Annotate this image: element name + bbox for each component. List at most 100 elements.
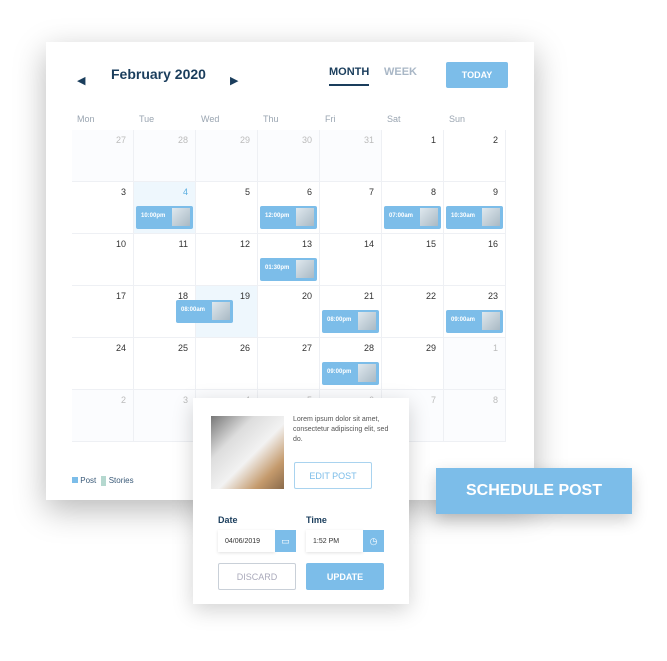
date-input[interactable] (218, 530, 275, 552)
day-cell[interactable]: 11 (134, 234, 196, 286)
post-thumbnail (212, 302, 230, 320)
day-cell[interactable]: 3 (134, 390, 196, 442)
scheduled-post-chip[interactable]: 09:00pm (322, 362, 379, 385)
discard-button[interactable]: DISCARD (218, 563, 296, 590)
post-time: 12:00pm (265, 213, 290, 219)
day-number: 22 (425, 291, 436, 301)
day-cell[interactable]: 17 (72, 286, 134, 338)
day-number: 8 (430, 187, 436, 197)
day-number: 29 (239, 135, 250, 145)
day-cell[interactable]: 29 (382, 338, 444, 390)
day-number: 7 (430, 395, 436, 405)
scheduled-post-chip[interactable]: 10:00pm (136, 206, 193, 229)
day-number: 1 (492, 343, 498, 353)
day-number: 30 (301, 135, 312, 145)
weekday-header: Thu (263, 114, 279, 124)
day-number: 17 (115, 291, 126, 301)
day-number: 8 (492, 395, 498, 405)
tab-week[interactable]: WEEK (384, 66, 417, 78)
day-cell[interactable]: 7 (320, 182, 382, 234)
day-cell[interactable]: 16 (444, 234, 506, 286)
day-number: 2 (492, 135, 498, 145)
day-number: 5 (244, 187, 250, 197)
day-number: 27 (301, 343, 312, 353)
scheduled-post-chip[interactable]: 07:00am (384, 206, 441, 229)
day-number: 13 (301, 239, 312, 249)
day-cell[interactable]: 14 (320, 234, 382, 286)
day-cell[interactable]: 30 (258, 130, 320, 182)
scheduled-post-chip[interactable]: 08:00pm (322, 310, 379, 333)
scheduled-post-chip[interactable]: 12:00pm (260, 206, 317, 229)
day-cell[interactable]: 2 (444, 130, 506, 182)
post-image (211, 416, 284, 489)
post-thumbnail (172, 208, 190, 226)
post-description: Lorem ipsum dolor sit amet, consectetur … (293, 416, 389, 443)
day-cell[interactable]: 1 (444, 338, 506, 390)
scheduled-post-chip[interactable]: 08:00am (176, 300, 233, 323)
next-month-icon[interactable]: ▶ (230, 74, 238, 87)
tab-month[interactable]: MONTH (329, 66, 370, 86)
day-cell[interactable]: 27 (72, 130, 134, 182)
prev-month-icon[interactable]: ◀ (77, 74, 85, 87)
post-thumbnail (296, 260, 314, 278)
day-cell[interactable]: 20 (258, 286, 320, 338)
legend-post: Post (80, 476, 97, 486)
day-number: 9 (492, 187, 498, 197)
day-number: 14 (363, 239, 374, 249)
day-cell[interactable]: 29 (196, 130, 258, 182)
day-number: 25 (177, 343, 188, 353)
day-cell[interactable]: 15 (382, 234, 444, 286)
day-cell[interactable]: 3 (72, 182, 134, 234)
day-number: 11 (178, 239, 188, 249)
day-cell[interactable]: 12 (196, 234, 258, 286)
weekday-header: Fri (325, 114, 336, 124)
day-cell[interactable]: 2 (72, 390, 134, 442)
day-number: 7 (368, 187, 374, 197)
day-cell[interactable]: 1 (382, 130, 444, 182)
post-time: 10:00pm (141, 213, 166, 219)
day-cell[interactable]: 10 (72, 234, 134, 286)
post-thumbnail (358, 364, 376, 382)
day-cell[interactable]: 31 (320, 130, 382, 182)
day-cell[interactable]: 26 (196, 338, 258, 390)
calendar-icon[interactable]: ▭ (275, 530, 296, 552)
today-button[interactable]: TODAY (446, 62, 508, 88)
day-cell[interactable]: 8 (444, 390, 506, 442)
day-cell[interactable]: 27 (258, 338, 320, 390)
day-number: 31 (363, 135, 374, 145)
post-thumbnail (358, 312, 376, 330)
post-swatch (72, 477, 78, 484)
scheduled-post-chip[interactable]: 01:30pm (260, 258, 317, 281)
day-number: 15 (425, 239, 436, 249)
month-title: February 2020 (111, 66, 206, 82)
post-thumbnail (482, 208, 500, 226)
update-button[interactable]: UPDATE (306, 563, 384, 590)
day-number: 24 (115, 343, 126, 353)
day-cell[interactable]: 22 (382, 286, 444, 338)
day-number: 16 (487, 239, 498, 249)
scheduled-post-chip[interactable]: 09:00am (446, 310, 503, 333)
schedule-post-button[interactable]: SCHEDULE POST (436, 468, 632, 514)
day-number: 28 (363, 343, 374, 353)
scheduled-post-chip[interactable]: 10:30am (446, 206, 503, 229)
edit-post-button[interactable]: EDIT POST (294, 462, 372, 489)
weekday-header: Wed (201, 114, 220, 124)
post-time: 01:30pm (265, 265, 290, 271)
day-number: 19 (239, 291, 250, 301)
day-cell[interactable]: 25 (134, 338, 196, 390)
day-number: 1 (430, 135, 436, 145)
clock-icon[interactable]: ◷ (363, 530, 384, 552)
day-number: 21 (363, 291, 374, 301)
time-input[interactable] (306, 530, 363, 552)
day-number: 3 (120, 187, 126, 197)
day-number: 2 (120, 395, 126, 405)
day-cell[interactable]: 28 (134, 130, 196, 182)
day-cell[interactable]: 24 (72, 338, 134, 390)
day-cell[interactable]: 5 (196, 182, 258, 234)
post-time: 09:00pm (327, 369, 352, 375)
legend: Post Stories (72, 476, 134, 486)
time-label: Time (306, 515, 327, 525)
post-time: 09:00am (451, 317, 476, 323)
post-time: 07:00am (389, 213, 414, 219)
weekday-header: Mon (77, 114, 95, 124)
